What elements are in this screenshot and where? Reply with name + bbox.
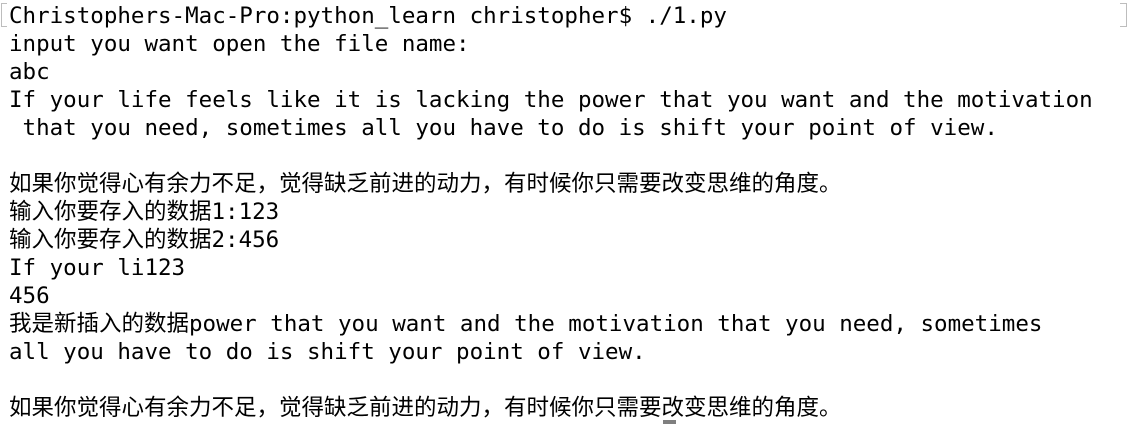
terminal-line: input you want open the file name: <box>9 31 470 57</box>
terminal-line: 456 <box>9 283 50 309</box>
terminal-line: 我是新插入的数据power that you want and the moti… <box>9 311 1043 337</box>
terminal-line: If your li123 <box>9 255 186 281</box>
terminal-line: all you have to do is shift your point o… <box>9 339 646 365</box>
text-cursor <box>663 420 676 424</box>
line-mark-right <box>1120 3 1127 27</box>
terminal-line: that you need, sometimes all you have to… <box>9 115 998 141</box>
terminal-line: 如果你觉得心有余力不足，觉得缺乏前进的动力，有时候你只需要改变思维的角度。 <box>9 395 842 421</box>
terminal-window[interactable]: Christophers-Mac-Pro:python_learn christ… <box>0 0 1136 424</box>
terminal-line: If your life feels like it is lacking th… <box>9 87 1093 113</box>
terminal-line: 输入你要存入的数据1:123 <box>9 199 280 225</box>
line-mark-left <box>1 3 7 27</box>
terminal-line: 如果你觉得心有余力不足，觉得缺乏前进的动力，有时候你只需要改变思维的角度。 <box>9 171 842 197</box>
terminal-line-prompt: Christophers-Mac-Pro:python_learn christ… <box>9 3 727 29</box>
terminal-line: 输入你要存入的数据2:456 <box>9 227 280 253</box>
terminal-line: abc <box>9 59 50 85</box>
